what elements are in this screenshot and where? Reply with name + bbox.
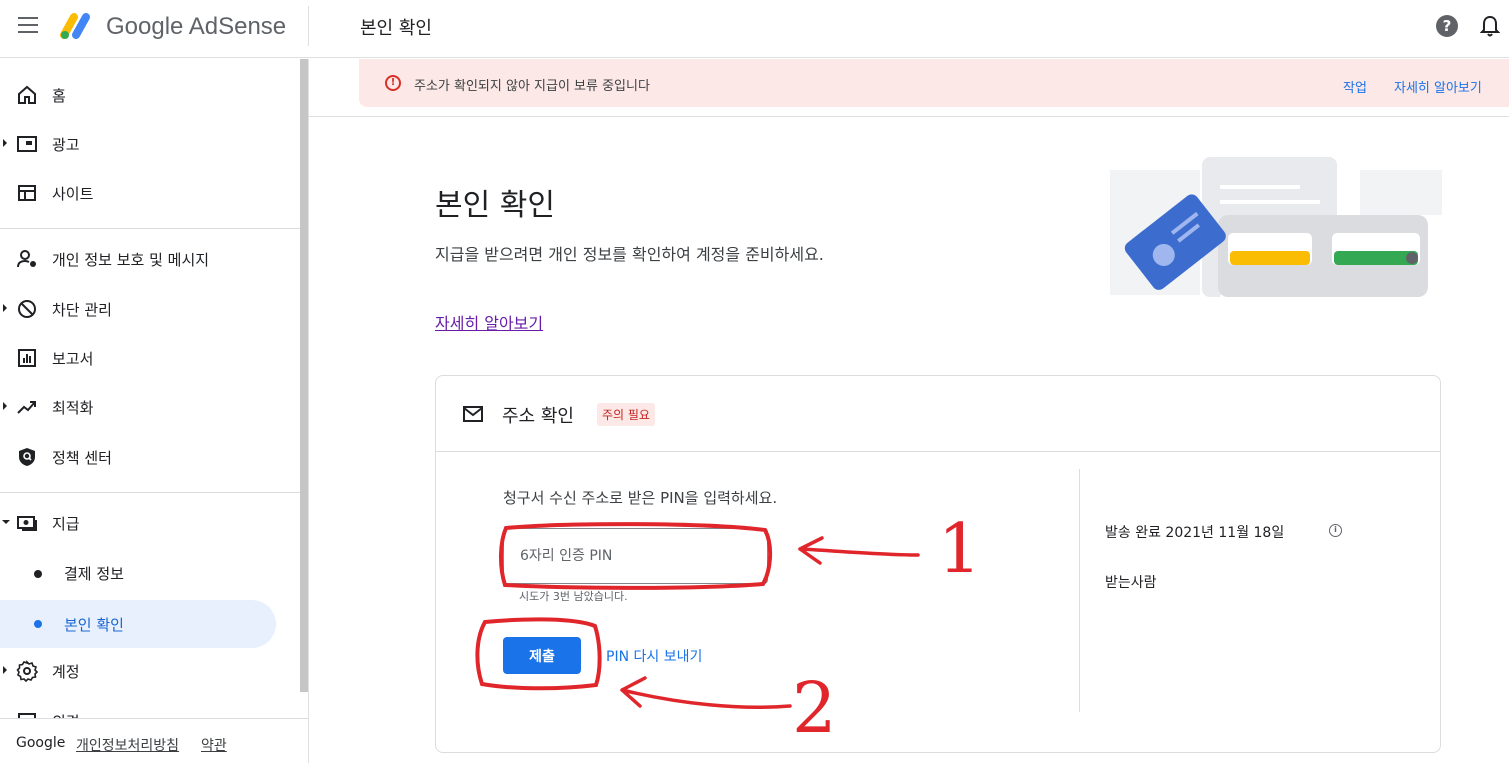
bullet-icon: [34, 570, 42, 578]
attempts-remaining: 시도가 3번 남았습니다.: [519, 590, 628, 603]
sidebar-item-optimization[interactable]: 최적화: [0, 385, 300, 429]
expand-arrow-icon: [3, 666, 7, 674]
optimization-icon: [17, 401, 36, 414]
submit-button[interactable]: 제출: [503, 637, 581, 674]
sidebar-item-label: 차단 관리: [52, 301, 112, 319]
sites-icon: [18, 185, 36, 201]
sidebar-item-home[interactable]: 홈: [0, 73, 300, 117]
brand-name: Google AdSense: [106, 13, 287, 40]
pin-input[interactable]: [503, 528, 768, 584]
sidebar-item-account[interactable]: 계정: [0, 649, 300, 693]
sidebar-item-label: 보고서: [52, 350, 94, 368]
policy-icon: [19, 448, 35, 466]
card-divider: [1079, 469, 1080, 712]
privacy-icon: [17, 250, 36, 268]
expand-arrow-icon: [3, 139, 7, 147]
card-header: 주소 확인 주의 필요: [436, 376, 1440, 452]
block-icon: [18, 300, 36, 318]
sidebar-item-payment-info[interactable]: 결제 정보: [0, 551, 300, 595]
payment-illustration: [1110, 157, 1442, 299]
sidebar-item-label: 계정: [52, 663, 80, 681]
alert-action-link[interactable]: 작업: [1343, 77, 1367, 96]
expand-arrow-icon: [3, 304, 7, 312]
sidebar-item-payments[interactable]: 지급: [0, 501, 300, 545]
sidebar-item-label: 결제 정보: [64, 565, 124, 583]
sidebar-item-label: 개인 정보 보호 및 메시지: [52, 251, 210, 269]
alert-banner: ! 주소가 확인되지 않아 지급이 보류 중입니다 작업 자세히 알아보기: [359, 59, 1509, 107]
info-icon[interactable]: i: [1329, 524, 1342, 537]
home-icon: [18, 85, 36, 104]
sidebar-item-label: 최적화: [52, 399, 94, 417]
card-title: 주소 확인: [502, 406, 574, 427]
sidebar-item-label: 본인 확인: [64, 616, 124, 634]
sidebar-item-blocking[interactable]: 차단 관리: [0, 287, 300, 331]
topbar-divider: [308, 6, 309, 46]
menu-icon[interactable]: [18, 17, 38, 33]
mail-icon: [463, 406, 483, 422]
sidebar-item-label: 광고: [52, 136, 80, 154]
bullet-icon: [34, 620, 42, 628]
sidebar-item-label: 정책 센터: [52, 449, 112, 467]
main-divider: [309, 116, 1509, 117]
sidebar-item-policy[interactable]: 정책 센터: [0, 435, 300, 479]
alert-learn-more-link[interactable]: 자세히 알아보기: [1394, 77, 1482, 96]
gear-icon: [16, 660, 38, 682]
sidebar-item-label: 홈: [52, 87, 66, 105]
help-icon[interactable]: ?: [1436, 15, 1458, 37]
privacy-policy-link[interactable]: 개인정보처리방침: [76, 735, 179, 755]
sidebar-footer: Google 개인정보처리방침 약관: [0, 718, 308, 763]
sidebar: 홈 광고 사이트 개인 정보 보호 및 메시지 차단 관리 보고서 최적화 정책…: [0, 59, 308, 763]
ads-icon: [17, 136, 37, 152]
sidebar-item-privacy[interactable]: 개인 정보 보호 및 메시지: [0, 237, 300, 281]
bell-icon[interactable]: [1480, 14, 1500, 38]
recipient-label: 받는사람: [1105, 575, 1157, 591]
footer-google-label: Google: [16, 735, 66, 751]
payments-icon: [17, 516, 37, 531]
page-title: 본인 확인: [360, 18, 432, 39]
sent-date-label: 발송 완료 2021년 11월 18일: [1105, 525, 1285, 541]
status-badge: 주의 필요: [597, 403, 655, 426]
pin-prompt: 청구서 수신 주소로 받은 PIN을 입력하세요.: [503, 489, 778, 507]
sidebar-item-label: 사이트: [52, 185, 94, 203]
sidebar-item-reports[interactable]: 보고서: [0, 336, 300, 380]
sidebar-divider: [0, 492, 300, 493]
alert-message: 주소가 확인되지 않아 지급이 보류 중입니다: [414, 79, 650, 94]
main-description: 지급을 받으려면 개인 정보를 확인하여 계정을 준비하세요.: [435, 245, 824, 264]
collapse-arrow-icon: [2, 520, 10, 524]
main-border: [308, 59, 309, 763]
sidebar-item-identity-verification[interactable]: 본인 확인: [0, 600, 276, 648]
address-verification-card: 주소 확인 주의 필요 청구서 수신 주소로 받은 PIN을 입력하세요. 시도…: [435, 375, 1441, 753]
sidebar-item-label: 지급: [52, 515, 80, 533]
sidebar-scrollbar[interactable]: [300, 59, 308, 692]
learn-more-link[interactable]: 자세히 알아보기: [435, 310, 543, 334]
top-bar: Google AdSense 본인 확인 ?: [0, 0, 1509, 58]
error-icon: !: [385, 75, 401, 91]
terms-link[interactable]: 약관: [201, 735, 227, 755]
resend-pin-link[interactable]: PIN 다시 보내기: [606, 646, 702, 666]
sidebar-item-sites[interactable]: 사이트: [0, 171, 300, 215]
sidebar-divider: [0, 228, 300, 229]
sidebar-item-ads[interactable]: 광고: [0, 122, 300, 166]
expand-arrow-icon: [3, 402, 7, 410]
main-title: 본인 확인: [435, 188, 555, 223]
adsense-logo-icon: [60, 13, 90, 39]
reports-icon: [18, 349, 36, 367]
